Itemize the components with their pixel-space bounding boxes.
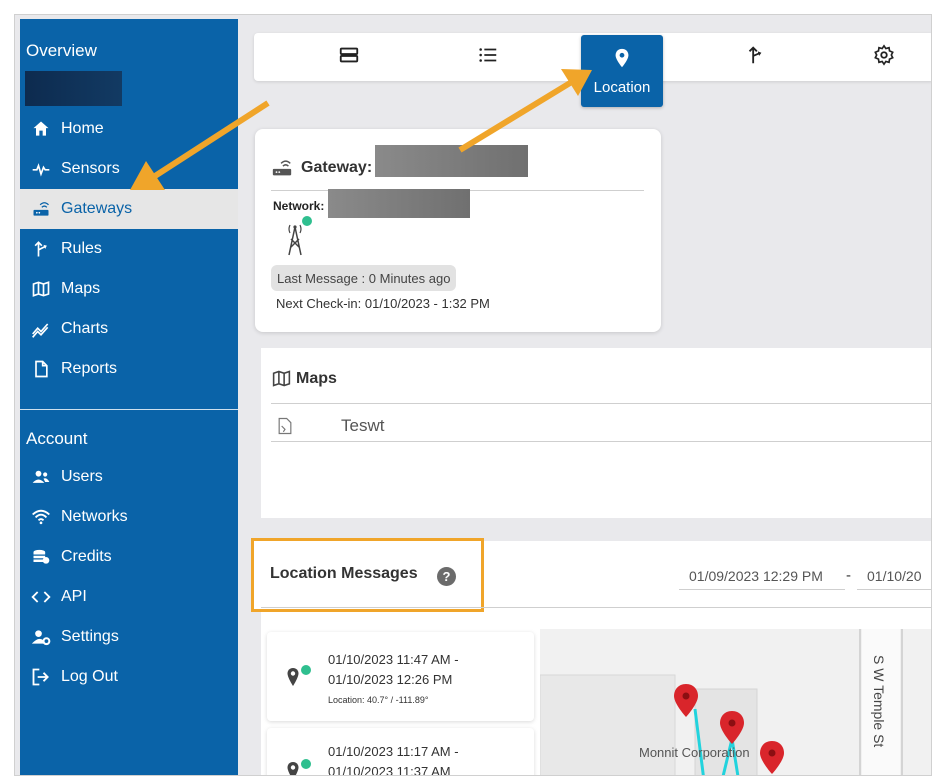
home-icon [30,118,52,140]
sidebar-item-charts[interactable]: Charts [20,309,238,349]
redacted-gateway-name [375,145,528,177]
sidebar-item-api[interactable]: API [20,577,238,617]
list-item[interactable]: 01/10/2023 11:47 AM - 01/10/2023 12:26 P… [267,632,534,721]
tab-location-label: Location [593,78,651,96]
tab-rules[interactable] [715,33,795,81]
sidebar-item-rules[interactable]: Rules [20,229,238,269]
sidebar-item-home[interactable]: Home [20,109,238,149]
list-icon [477,44,499,71]
map-icon [271,368,292,389]
router-icon [30,198,52,220]
sidebar-item-label: Home [61,120,104,137]
sidebar-item-logout[interactable]: Log Out [20,657,238,697]
account-heading: Account [26,429,88,448]
sidebar-item-label: Credits [61,548,112,565]
map-name[interactable]: Teswt [341,416,384,436]
map-street-label: S W Temple St [871,655,887,748]
rules-icon [744,44,766,71]
location-pin-icon [611,47,633,73]
sidebar-item-label: Log Out [61,668,118,685]
users-icon [30,466,52,488]
message-start: 01/10/2023 11:17 AM - [328,744,459,759]
sidebar-item-label: Users [61,468,103,485]
sidebar-item-label: Charts [61,320,109,337]
sidebar-item-label: Rules [61,240,102,257]
coins-icon [30,546,52,568]
sidebar-item-label: Reports [61,360,118,377]
network-label: Network: [273,199,325,213]
code-icon [30,586,52,608]
sidebar-item-label: API [61,588,87,605]
message-end: 01/10/2023 11:37 AM [328,764,451,776]
help-icon[interactable]: ? [437,567,456,586]
sidebar-item-reports[interactable]: Reports [20,349,238,389]
overview-heading: Overview [26,41,97,60]
maps-divider [271,441,931,442]
sidebar-item-gateways[interactable]: Gateways [20,189,238,229]
map-icon [30,278,52,300]
sidebar-item-label: Settings [61,628,119,645]
message-time-range: 01/10/2023 11:47 AM - 01/10/2023 12:26 P… [328,650,459,710]
list-item[interactable]: 01/10/2023 11:17 AM - 01/10/2023 11:37 A… [267,728,534,776]
sidebar-item-maps[interactable]: Maps [20,269,238,309]
message-start: 01/10/2023 11:47 AM - [328,652,459,667]
tab-location[interactable]: Location [581,35,663,107]
sidebar-item-settings[interactable]: Settings [20,617,238,657]
sidebar-divider [20,409,238,410]
split-arrow-icon [30,238,52,260]
logout-icon [30,666,52,688]
router-icon [271,157,293,179]
sidebar: Overview Home Sensors Gateways Rules Map… [20,19,238,775]
gear-icon [873,43,895,71]
maps-heading: Maps [271,368,337,389]
date-to-input[interactable]: 01/10/20 [857,563,931,590]
maps-panel: Maps Teswt [261,348,931,518]
sidebar-item-networks[interactable]: Networks [20,497,238,537]
maps-heading-label: Maps [296,369,337,387]
date-separator: - [846,567,851,584]
tab-history[interactable] [448,33,528,81]
location-status-icon [285,758,313,775]
sidebar-item-label: Gateways [61,200,133,217]
sidebar-item-users[interactable]: Users [20,457,238,497]
gateway-card: Gateway: Network: Last Message : 0 Minut… [255,129,661,332]
location-status-icon [285,664,313,695]
summary-icon [338,44,360,71]
tab-settings[interactable] [844,33,924,81]
next-checkin: Next Check-in: 01/10/2023 - 1:32 PM [276,296,490,311]
location-divider [261,607,931,608]
signal-tower-icon [279,213,313,262]
sidebar-item-credits[interactable]: Credits [20,537,238,577]
tab-summary[interactable] [309,33,389,81]
sidebar-item-label: Maps [61,280,101,297]
last-message-badge: Last Message : 0 Minutes ago [271,265,457,291]
map-place-label: Monnit Corporation [639,745,750,760]
app-window: Overview Home Sensors Gateways Rules Map… [14,14,932,776]
message-location: Location: 40.7° / -111.89° [328,695,429,705]
sidebar-item-label: Sensors [61,160,120,177]
trend-chart-icon [30,318,52,340]
document-icon [30,358,52,380]
wifi-icon [30,506,52,528]
location-messages-heading: Location Messages [270,565,418,582]
message-time-range: 01/10/2023 11:17 AM - 01/10/2023 11:37 A… [328,742,459,776]
date-from-input[interactable]: 01/09/2023 12:29 PM [679,563,845,590]
pulse-icon [30,158,52,180]
redacted-account-name [25,71,122,106]
sidebar-item-sensors[interactable]: Sensors [20,149,238,189]
maps-divider [271,403,931,404]
gateway-title-label: Gateway: [301,159,373,176]
main-content: Location Gateway: Network: Last Message … [238,15,931,775]
gateway-title: Gateway: [271,157,372,179]
user-gear-icon [30,626,52,648]
sidebar-item-label: Networks [61,508,128,525]
map-file-icon [275,416,295,436]
list-item[interactable]: Teswt [275,416,384,436]
redacted-network-name [328,189,470,218]
message-end: 01/10/2023 12:26 PM [328,672,453,687]
